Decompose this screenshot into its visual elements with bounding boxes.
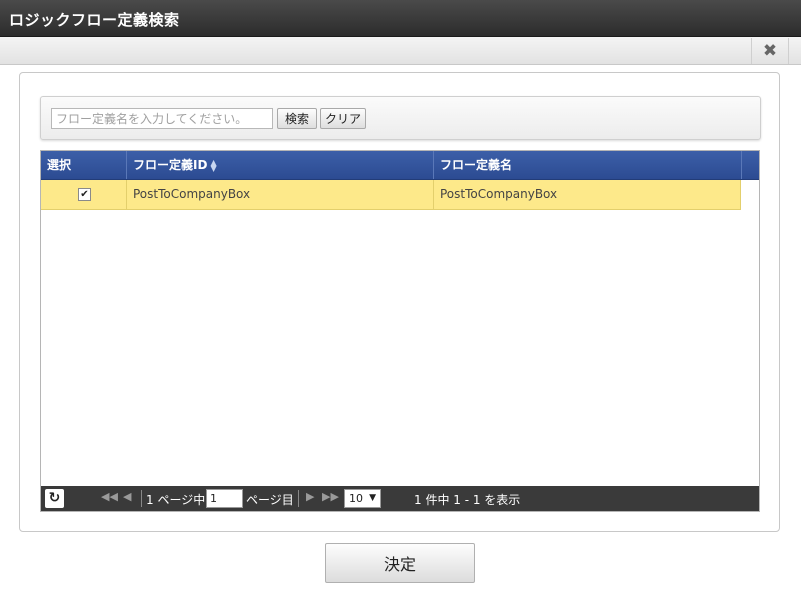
page-suffix: ページ目 xyxy=(246,493,294,507)
page-number-input[interactable] xyxy=(206,489,243,508)
window-title: ロジックフロー定義検索 xyxy=(9,11,180,29)
column-header-filler xyxy=(742,151,759,179)
pager-separator xyxy=(141,490,142,507)
sort-icon: ▲ ▼ xyxy=(210,157,217,173)
dialog-toolbar: ✖ xyxy=(0,37,801,65)
cell-select: ✔ xyxy=(41,180,127,209)
first-page-icon[interactable]: ◀◀ xyxy=(101,490,118,503)
search-button[interactable]: 検索 xyxy=(277,108,317,129)
page-size-select[interactable]: 10 ▼ xyxy=(344,489,381,508)
search-input[interactable] xyxy=(51,108,273,129)
cell-flow-id: PostToCompanyBox xyxy=(127,180,434,209)
row-checkbox[interactable]: ✔ xyxy=(78,188,91,201)
window-titlebar: ロジックフロー定義検索 xyxy=(0,0,801,37)
refresh-button[interactable]: ↻ xyxy=(45,489,64,508)
pager: ↻ ◀◀ ◀ 1 ページ中 ページ目 ▶ ▶▶ 10▼ 1 件中 1 - 1 を… xyxy=(41,486,759,511)
grid-header: 選択 フロー定義ID ▲ ▼ フロー定義名 xyxy=(41,151,759,180)
column-header-flow-name[interactable]: フロー定義名 xyxy=(434,151,742,179)
page-prefix: 1 ページ中 xyxy=(146,493,206,507)
table-row[interactable]: ✔ PostToCompanyBox PostToCompanyBox xyxy=(41,180,741,210)
result-summary: 1 件中 1 - 1 を表示 xyxy=(414,493,521,507)
chevron-down-icon: ▼ xyxy=(369,493,376,503)
close-icon: ✖ xyxy=(762,41,778,61)
results-grid: 選択 フロー定義ID ▲ ▼ フロー定義名 ✔ PostToCompanyBox P… xyxy=(40,150,760,512)
clear-button[interactable]: クリア xyxy=(320,108,366,129)
prev-page-icon[interactable]: ◀ xyxy=(123,490,131,503)
close-button[interactable]: ✖ xyxy=(751,38,789,64)
cell-flow-name: PostToCompanyBox xyxy=(434,180,741,209)
next-page-icon[interactable]: ▶ xyxy=(306,490,314,503)
pager-separator xyxy=(298,490,299,507)
last-page-icon[interactable]: ▶▶ xyxy=(322,490,339,503)
column-header-flow-id[interactable]: フロー定義ID ▲ ▼ xyxy=(127,151,434,179)
refresh-icon: ↻ xyxy=(48,490,61,506)
decide-button[interactable]: 決定 xyxy=(325,543,475,583)
column-header-select[interactable]: 選択 xyxy=(41,151,127,179)
content-panel: 検索 クリア 選択 フロー定義ID▲▼ フロー定義名 ✔ PostToCompa… xyxy=(19,72,780,532)
search-box: 検索 クリア xyxy=(40,96,761,140)
